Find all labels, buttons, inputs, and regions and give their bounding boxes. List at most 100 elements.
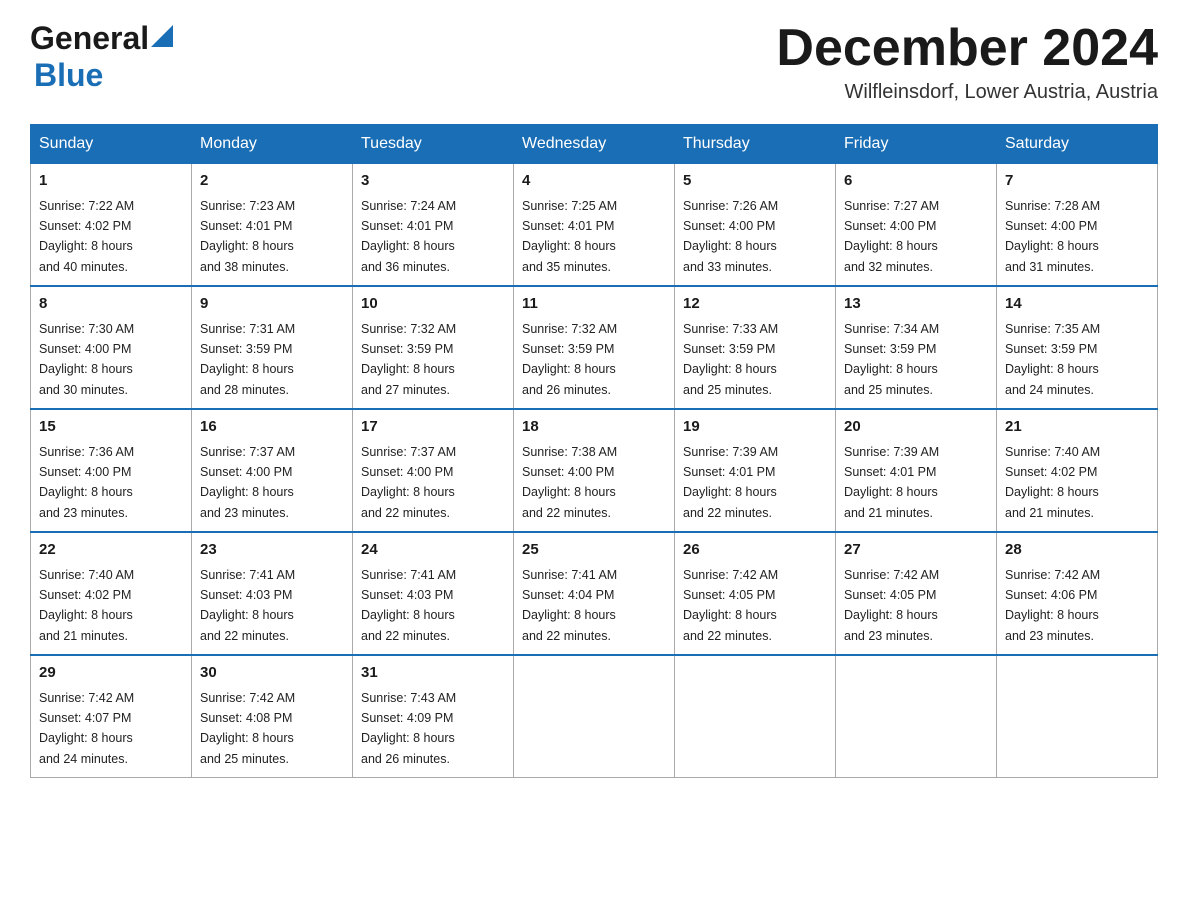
calendar-cell: 22 Sunrise: 7:40 AMSunset: 4:02 PMDaylig…: [31, 532, 192, 655]
calendar-cell: 16 Sunrise: 7:37 AMSunset: 4:00 PMDaylig…: [192, 409, 353, 532]
table-row: 15 Sunrise: 7:36 AMSunset: 4:00 PMDaylig…: [31, 409, 1158, 532]
day-info: Sunrise: 7:30 AMSunset: 4:00 PMDaylight:…: [39, 322, 134, 397]
day-info: Sunrise: 7:32 AMSunset: 3:59 PMDaylight:…: [361, 322, 456, 397]
calendar-cell: 1 Sunrise: 7:22 AMSunset: 4:02 PMDayligh…: [31, 164, 192, 287]
day-number: 17: [361, 416, 505, 439]
day-number: 30: [200, 662, 344, 685]
day-number: 24: [361, 539, 505, 562]
day-info: Sunrise: 7:38 AMSunset: 4:00 PMDaylight:…: [522, 445, 617, 520]
calendar-cell: 2 Sunrise: 7:23 AMSunset: 4:01 PMDayligh…: [192, 164, 353, 287]
col-tuesday: Tuesday: [353, 125, 514, 164]
day-number: 29: [39, 662, 183, 685]
day-number: 23: [200, 539, 344, 562]
day-info: Sunrise: 7:42 AMSunset: 4:05 PMDaylight:…: [683, 568, 778, 643]
day-info: Sunrise: 7:43 AMSunset: 4:09 PMDaylight:…: [361, 691, 456, 766]
day-info: Sunrise: 7:37 AMSunset: 4:00 PMDaylight:…: [361, 445, 456, 520]
calendar-cell: 15 Sunrise: 7:36 AMSunset: 4:00 PMDaylig…: [31, 409, 192, 532]
calendar-cell: [836, 655, 997, 778]
col-thursday: Thursday: [675, 125, 836, 164]
calendar-cell: 17 Sunrise: 7:37 AMSunset: 4:00 PMDaylig…: [353, 409, 514, 532]
day-info: Sunrise: 7:28 AMSunset: 4:00 PMDaylight:…: [1005, 199, 1100, 274]
calendar-cell: 26 Sunrise: 7:42 AMSunset: 4:05 PMDaylig…: [675, 532, 836, 655]
day-info: Sunrise: 7:42 AMSunset: 4:05 PMDaylight:…: [844, 568, 939, 643]
day-info: Sunrise: 7:41 AMSunset: 4:03 PMDaylight:…: [361, 568, 456, 643]
day-number: 4: [522, 170, 666, 193]
calendar-cell: 10 Sunrise: 7:32 AMSunset: 3:59 PMDaylig…: [353, 286, 514, 409]
day-info: Sunrise: 7:33 AMSunset: 3:59 PMDaylight:…: [683, 322, 778, 397]
day-info: Sunrise: 7:27 AMSunset: 4:00 PMDaylight:…: [844, 199, 939, 274]
day-number: 6: [844, 170, 988, 193]
day-number: 11: [522, 293, 666, 316]
day-info: Sunrise: 7:25 AMSunset: 4:01 PMDaylight:…: [522, 199, 617, 274]
calendar-cell: 21 Sunrise: 7:40 AMSunset: 4:02 PMDaylig…: [997, 409, 1158, 532]
day-number: 10: [361, 293, 505, 316]
table-row: 29 Sunrise: 7:42 AMSunset: 4:07 PMDaylig…: [31, 655, 1158, 778]
header-row: Sunday Monday Tuesday Wednesday Thursday…: [31, 125, 1158, 164]
col-friday: Friday: [836, 125, 997, 164]
day-info: Sunrise: 7:26 AMSunset: 4:00 PMDaylight:…: [683, 199, 778, 274]
calendar-cell: 24 Sunrise: 7:41 AMSunset: 4:03 PMDaylig…: [353, 532, 514, 655]
day-info: Sunrise: 7:22 AMSunset: 4:02 PMDaylight:…: [39, 199, 134, 274]
title-section: December 2024 Wilfleinsdorf, Lower Austr…: [776, 20, 1158, 104]
calendar-cell: 18 Sunrise: 7:38 AMSunset: 4:00 PMDaylig…: [514, 409, 675, 532]
calendar-cell: 13 Sunrise: 7:34 AMSunset: 3:59 PMDaylig…: [836, 286, 997, 409]
day-info: Sunrise: 7:41 AMSunset: 4:03 PMDaylight:…: [200, 568, 295, 643]
logo-blue: Blue: [34, 57, 103, 93]
day-info: Sunrise: 7:42 AMSunset: 4:07 PMDaylight:…: [39, 691, 134, 766]
calendar-cell: 11 Sunrise: 7:32 AMSunset: 3:59 PMDaylig…: [514, 286, 675, 409]
day-number: 21: [1005, 416, 1149, 439]
calendar-cell: 12 Sunrise: 7:33 AMSunset: 3:59 PMDaylig…: [675, 286, 836, 409]
calendar-cell: 3 Sunrise: 7:24 AMSunset: 4:01 PMDayligh…: [353, 164, 514, 287]
calendar-cell: 29 Sunrise: 7:42 AMSunset: 4:07 PMDaylig…: [31, 655, 192, 778]
page-header: General Blue December 2024 Wilfleinsdorf…: [30, 20, 1158, 104]
day-info: Sunrise: 7:42 AMSunset: 4:06 PMDaylight:…: [1005, 568, 1100, 643]
day-number: 9: [200, 293, 344, 316]
calendar-cell: 7 Sunrise: 7:28 AMSunset: 4:00 PMDayligh…: [997, 164, 1158, 287]
calendar-cell: 27 Sunrise: 7:42 AMSunset: 4:05 PMDaylig…: [836, 532, 997, 655]
calendar-cell: 19 Sunrise: 7:39 AMSunset: 4:01 PMDaylig…: [675, 409, 836, 532]
day-number: 20: [844, 416, 988, 439]
day-number: 22: [39, 539, 183, 562]
day-info: Sunrise: 7:31 AMSunset: 3:59 PMDaylight:…: [200, 322, 295, 397]
day-number: 2: [200, 170, 344, 193]
day-info: Sunrise: 7:40 AMSunset: 4:02 PMDaylight:…: [39, 568, 134, 643]
calendar-cell: [675, 655, 836, 778]
calendar-cell: 25 Sunrise: 7:41 AMSunset: 4:04 PMDaylig…: [514, 532, 675, 655]
day-number: 27: [844, 539, 988, 562]
col-sunday: Sunday: [31, 125, 192, 164]
col-wednesday: Wednesday: [514, 125, 675, 164]
table-row: 1 Sunrise: 7:22 AMSunset: 4:02 PMDayligh…: [31, 164, 1158, 287]
day-number: 13: [844, 293, 988, 316]
day-number: 3: [361, 170, 505, 193]
day-info: Sunrise: 7:41 AMSunset: 4:04 PMDaylight:…: [522, 568, 617, 643]
calendar-cell: [997, 655, 1158, 778]
day-number: 14: [1005, 293, 1149, 316]
day-info: Sunrise: 7:42 AMSunset: 4:08 PMDaylight:…: [200, 691, 295, 766]
location: Wilfleinsdorf, Lower Austria, Austria: [776, 81, 1158, 104]
day-number: 8: [39, 293, 183, 316]
day-number: 19: [683, 416, 827, 439]
calendar-cell: 14 Sunrise: 7:35 AMSunset: 3:59 PMDaylig…: [997, 286, 1158, 409]
day-number: 1: [39, 170, 183, 193]
calendar-table: Sunday Monday Tuesday Wednesday Thursday…: [30, 124, 1158, 778]
table-row: 22 Sunrise: 7:40 AMSunset: 4:02 PMDaylig…: [31, 532, 1158, 655]
calendar-cell: 30 Sunrise: 7:42 AMSunset: 4:08 PMDaylig…: [192, 655, 353, 778]
day-info: Sunrise: 7:23 AMSunset: 4:01 PMDaylight:…: [200, 199, 295, 274]
day-number: 25: [522, 539, 666, 562]
logo-general: General: [30, 20, 149, 57]
calendar-cell: 23 Sunrise: 7:41 AMSunset: 4:03 PMDaylig…: [192, 532, 353, 655]
day-number: 31: [361, 662, 505, 685]
calendar-cell: 20 Sunrise: 7:39 AMSunset: 4:01 PMDaylig…: [836, 409, 997, 532]
day-number: 15: [39, 416, 183, 439]
calendar-cell: [514, 655, 675, 778]
day-info: Sunrise: 7:34 AMSunset: 3:59 PMDaylight:…: [844, 322, 939, 397]
day-info: Sunrise: 7:40 AMSunset: 4:02 PMDaylight:…: [1005, 445, 1100, 520]
day-number: 16: [200, 416, 344, 439]
calendar-cell: 4 Sunrise: 7:25 AMSunset: 4:01 PMDayligh…: [514, 164, 675, 287]
day-number: 18: [522, 416, 666, 439]
table-row: 8 Sunrise: 7:30 AMSunset: 4:00 PMDayligh…: [31, 286, 1158, 409]
col-monday: Monday: [192, 125, 353, 164]
day-info: Sunrise: 7:39 AMSunset: 4:01 PMDaylight:…: [844, 445, 939, 520]
calendar-cell: 9 Sunrise: 7:31 AMSunset: 3:59 PMDayligh…: [192, 286, 353, 409]
day-info: Sunrise: 7:36 AMSunset: 4:00 PMDaylight:…: [39, 445, 134, 520]
